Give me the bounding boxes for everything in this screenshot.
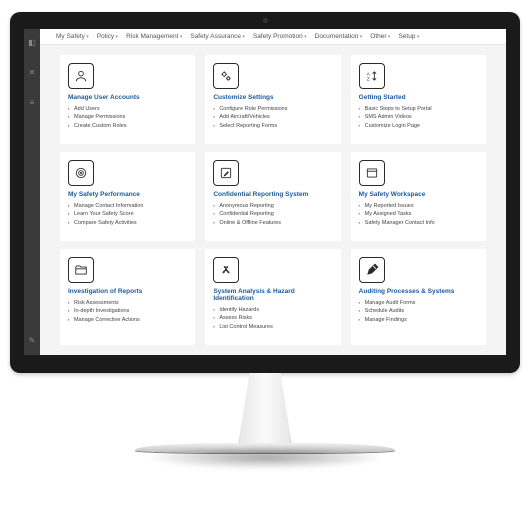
monitor-shadow: [95, 449, 435, 477]
pencil-icon: [359, 257, 385, 283]
screen: ◧ ✕ ≡ ✎ My Safety Policy Risk Management Sa…: [24, 29, 506, 355]
card-list: Anonymous ReportingConfidential Reportin…: [213, 202, 332, 227]
card-system-analysis-hazard-identification: System Analysis & Hazard Identification I…: [205, 249, 340, 345]
nav-item-risk-management[interactable]: Risk Management: [126, 33, 182, 40]
rail-menu-icon[interactable]: ≡: [28, 99, 36, 107]
card-list-item[interactable]: Safety Manager Contact Info: [359, 219, 478, 227]
card-list-item[interactable]: Compare Safety Activities: [68, 219, 187, 227]
hazard-icon: [213, 257, 239, 283]
nav-item-other[interactable]: Other: [370, 33, 390, 40]
monitor: ◧ ✕ ≡ ✎ My Safety Policy Risk Management Sa…: [10, 12, 520, 477]
target-icon: [68, 160, 94, 186]
card-getting-started: AZ Getting Started Basic Steps to Setup Po…: [351, 55, 486, 144]
top-nav: My Safety Policy Risk Management Safety Ass…: [40, 29, 506, 45]
nav-item-setup[interactable]: Setup: [398, 33, 419, 40]
card-list-item[interactable]: My Reported Issues: [359, 202, 478, 210]
nav-item-safety-assurance[interactable]: Safety Assurance: [190, 33, 245, 40]
card-title[interactable]: My Safety Workspace: [359, 191, 478, 198]
nav-item-documentation[interactable]: Documentation: [315, 33, 363, 40]
card-list-item[interactable]: My Assigned Tasks: [359, 210, 478, 218]
card-manage-user-accounts: Manage User Accounts Add UsersManage Perm…: [60, 55, 195, 144]
card-list-item[interactable]: Confidential Reporting: [213, 210, 332, 218]
folder-icon: [68, 257, 94, 283]
user-icon: [68, 63, 94, 89]
dashboard-grid: Manage User Accounts Add UsersManage Perm…: [40, 45, 506, 355]
card-title[interactable]: Confidential Reporting System: [213, 191, 332, 198]
az-icon: AZ: [359, 63, 385, 89]
card-list-item[interactable]: Manage Corrective Actions: [68, 316, 187, 324]
card-title[interactable]: Investigation of Reports: [68, 288, 187, 295]
card-title[interactable]: Customize Settings: [213, 94, 332, 101]
edit-icon: [213, 160, 239, 186]
card-list-item[interactable]: Identify Hazards: [213, 306, 332, 314]
svg-text:Z: Z: [366, 77, 369, 82]
card-list-item[interactable]: Schedule Audits: [359, 307, 478, 315]
card-list: Identify HazardsAssess RisksList Control…: [213, 306, 332, 331]
card-title[interactable]: System Analysis & Hazard Identification: [213, 288, 332, 302]
card-title[interactable]: Getting Started: [359, 94, 478, 101]
monitor-bezel: ◧ ✕ ≡ ✎ My Safety Policy Risk Management Sa…: [10, 12, 520, 373]
card-list-item[interactable]: Online & Offline Features: [213, 219, 332, 227]
card-list-item[interactable]: Manage Findings: [359, 316, 478, 324]
card-my-safety-workspace: My Safety Workspace My Reported IssuesMy …: [351, 152, 486, 241]
card-list-item[interactable]: In-depth Investigations: [68, 307, 187, 315]
card-list-item[interactable]: Risk Assessments: [68, 299, 187, 307]
rail-edit-icon[interactable]: ✎: [28, 337, 36, 345]
card-list-item[interactable]: SMS Admin Videos: [359, 113, 478, 121]
card-list-item[interactable]: Anonymous Reporting: [213, 202, 332, 210]
card-list-item[interactable]: Manage Contact Information: [68, 202, 187, 210]
card-list-item[interactable]: Add Users: [68, 105, 187, 113]
card-list-item[interactable]: Manage Audit Forms: [359, 299, 478, 307]
card-list-item[interactable]: Configure Role Permissions: [213, 105, 332, 113]
card-customize-settings: Customize Settings Configure Role Permiss…: [205, 55, 340, 144]
card-list-item[interactable]: Create Custom Roles: [68, 122, 187, 130]
card-investigation-of-reports: Investigation of Reports Risk Assessments…: [60, 249, 195, 345]
card-list: Add UsersManage PermissionsCreate Custom…: [68, 105, 187, 130]
card-my-safety-performance: My Safety Performance Manage Contact Info…: [60, 152, 195, 241]
nav-item-policy[interactable]: Policy: [97, 33, 118, 40]
card-list-item[interactable]: List Control Measures: [213, 323, 332, 331]
main-content: My Safety Policy Risk Management Safety Ass…: [40, 29, 506, 355]
card-list: Configure Role PermissionsAdd Aircraft/V…: [213, 105, 332, 130]
gears-icon: [213, 63, 239, 89]
card-title[interactable]: Auditing Processes & Systems: [359, 288, 478, 295]
card-list: Manage Audit FormsSchedule AuditsManage …: [359, 299, 478, 324]
card-list-item[interactable]: Add Aircraft/Vehicles: [213, 113, 332, 121]
card-title[interactable]: My Safety Performance: [68, 191, 187, 198]
card-list: Risk AssessmentsIn-depth InvestigationsM…: [68, 299, 187, 324]
nav-item-my-safety[interactable]: My Safety: [56, 33, 89, 40]
svg-text:A: A: [366, 71, 370, 76]
card-list-item[interactable]: Select Reporting Forms: [213, 122, 332, 130]
card-list: Manage Contact InformationLearn Your Saf…: [68, 202, 187, 227]
card-list: My Reported IssuesMy Assigned TasksSafet…: [359, 202, 478, 227]
card-list: Basic Steps to Setup PortalSMS Admin Vid…: [359, 105, 478, 130]
monitor-stand-neck: [230, 373, 300, 443]
card-list-item[interactable]: Manage Permissions: [68, 113, 187, 121]
card-list-item[interactable]: Learn Your Safety Score: [68, 210, 187, 218]
nav-item-safety-promotion[interactable]: Safety Promotion: [253, 33, 307, 40]
window-icon: [359, 160, 385, 186]
card-list-item[interactable]: Assess Risks: [213, 314, 332, 322]
card-auditing-processes-systems: Auditing Processes & Systems Manage Audit…: [351, 249, 486, 345]
card-confidential-reporting-system: Confidential Reporting System Anonymous R…: [205, 152, 340, 241]
rail-expand-icon[interactable]: ✕: [28, 69, 36, 77]
camera-dot: [263, 18, 268, 23]
card-list-item[interactable]: Basic Steps to Setup Portal: [359, 105, 478, 113]
card-list-item[interactable]: Customize Login Page: [359, 122, 478, 130]
rail-home-icon[interactable]: ◧: [28, 39, 36, 47]
left-rail: ◧ ✕ ≡ ✎: [24, 29, 40, 355]
card-title[interactable]: Manage User Accounts: [68, 94, 187, 101]
